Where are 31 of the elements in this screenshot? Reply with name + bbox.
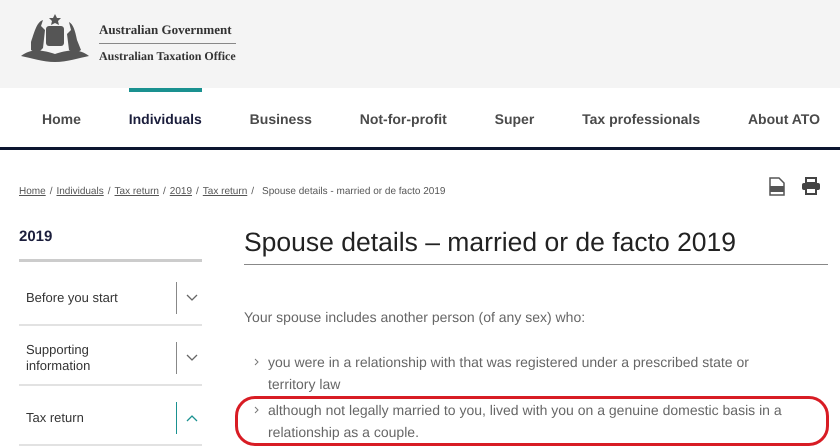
- nav-tab[interactable]: About ATO: [748, 88, 820, 147]
- list-item-text: although not legally married to you, lived with you on a genuine domestic basis in a relationship as a couple.: [268, 401, 783, 442]
- chevron-right-icon: [254, 358, 259, 366]
- nav-tab[interactable]: Individuals: [128, 88, 202, 147]
- breadcrumb-separator: /: [196, 185, 199, 199]
- sidebar-item[interactable]: Supporting information: [19, 332, 202, 386]
- nav-tab[interactable]: Home: [42, 88, 81, 147]
- breadcrumb-separator: /: [162, 185, 166, 199]
- print-icon[interactable]: [801, 177, 821, 195]
- government-name: Australian Government: [99, 20, 236, 44]
- breadcrumb-link[interactable]: Individuals: [56, 184, 104, 199]
- breadcrumb-separator: /: [50, 185, 52, 199]
- breadcrumb-link[interactable]: 2019: [170, 184, 192, 199]
- breadcrumb-separator: /: [251, 185, 254, 199]
- pdf-icon[interactable]: [769, 177, 785, 196]
- breadcrumb-separator: /: [108, 185, 111, 199]
- sidebar-heading: 2019: [19, 206, 202, 262]
- sidebar-item[interactable]: Tax return: [19, 392, 202, 446]
- nav-tab[interactable]: Not-for-profit: [360, 88, 447, 147]
- chevron-right-icon: [254, 406, 259, 414]
- page-title: Spouse details – married or de facto 2019: [244, 206, 828, 265]
- breadcrumb-link[interactable]: Tax return: [114, 184, 159, 199]
- nav-tab[interactable]: Business: [250, 88, 312, 147]
- breadcrumb-current: Spouse details - married or de facto 2019: [262, 185, 446, 199]
- sidebar-item[interactable]: Before you start: [19, 272, 202, 326]
- intro-text: Your spouse includes another person (of any sex) who:: [244, 308, 586, 327]
- breadcrumb-link[interactable]: Home: [19, 184, 46, 199]
- breadcrumb-link[interactable]: Tax return: [202, 184, 248, 199]
- nav-tab[interactable]: Tax professionals: [582, 88, 700, 147]
- agency-name: Australian Taxation Office: [99, 48, 236, 64]
- nav-tab[interactable]: Super: [494, 88, 534, 147]
